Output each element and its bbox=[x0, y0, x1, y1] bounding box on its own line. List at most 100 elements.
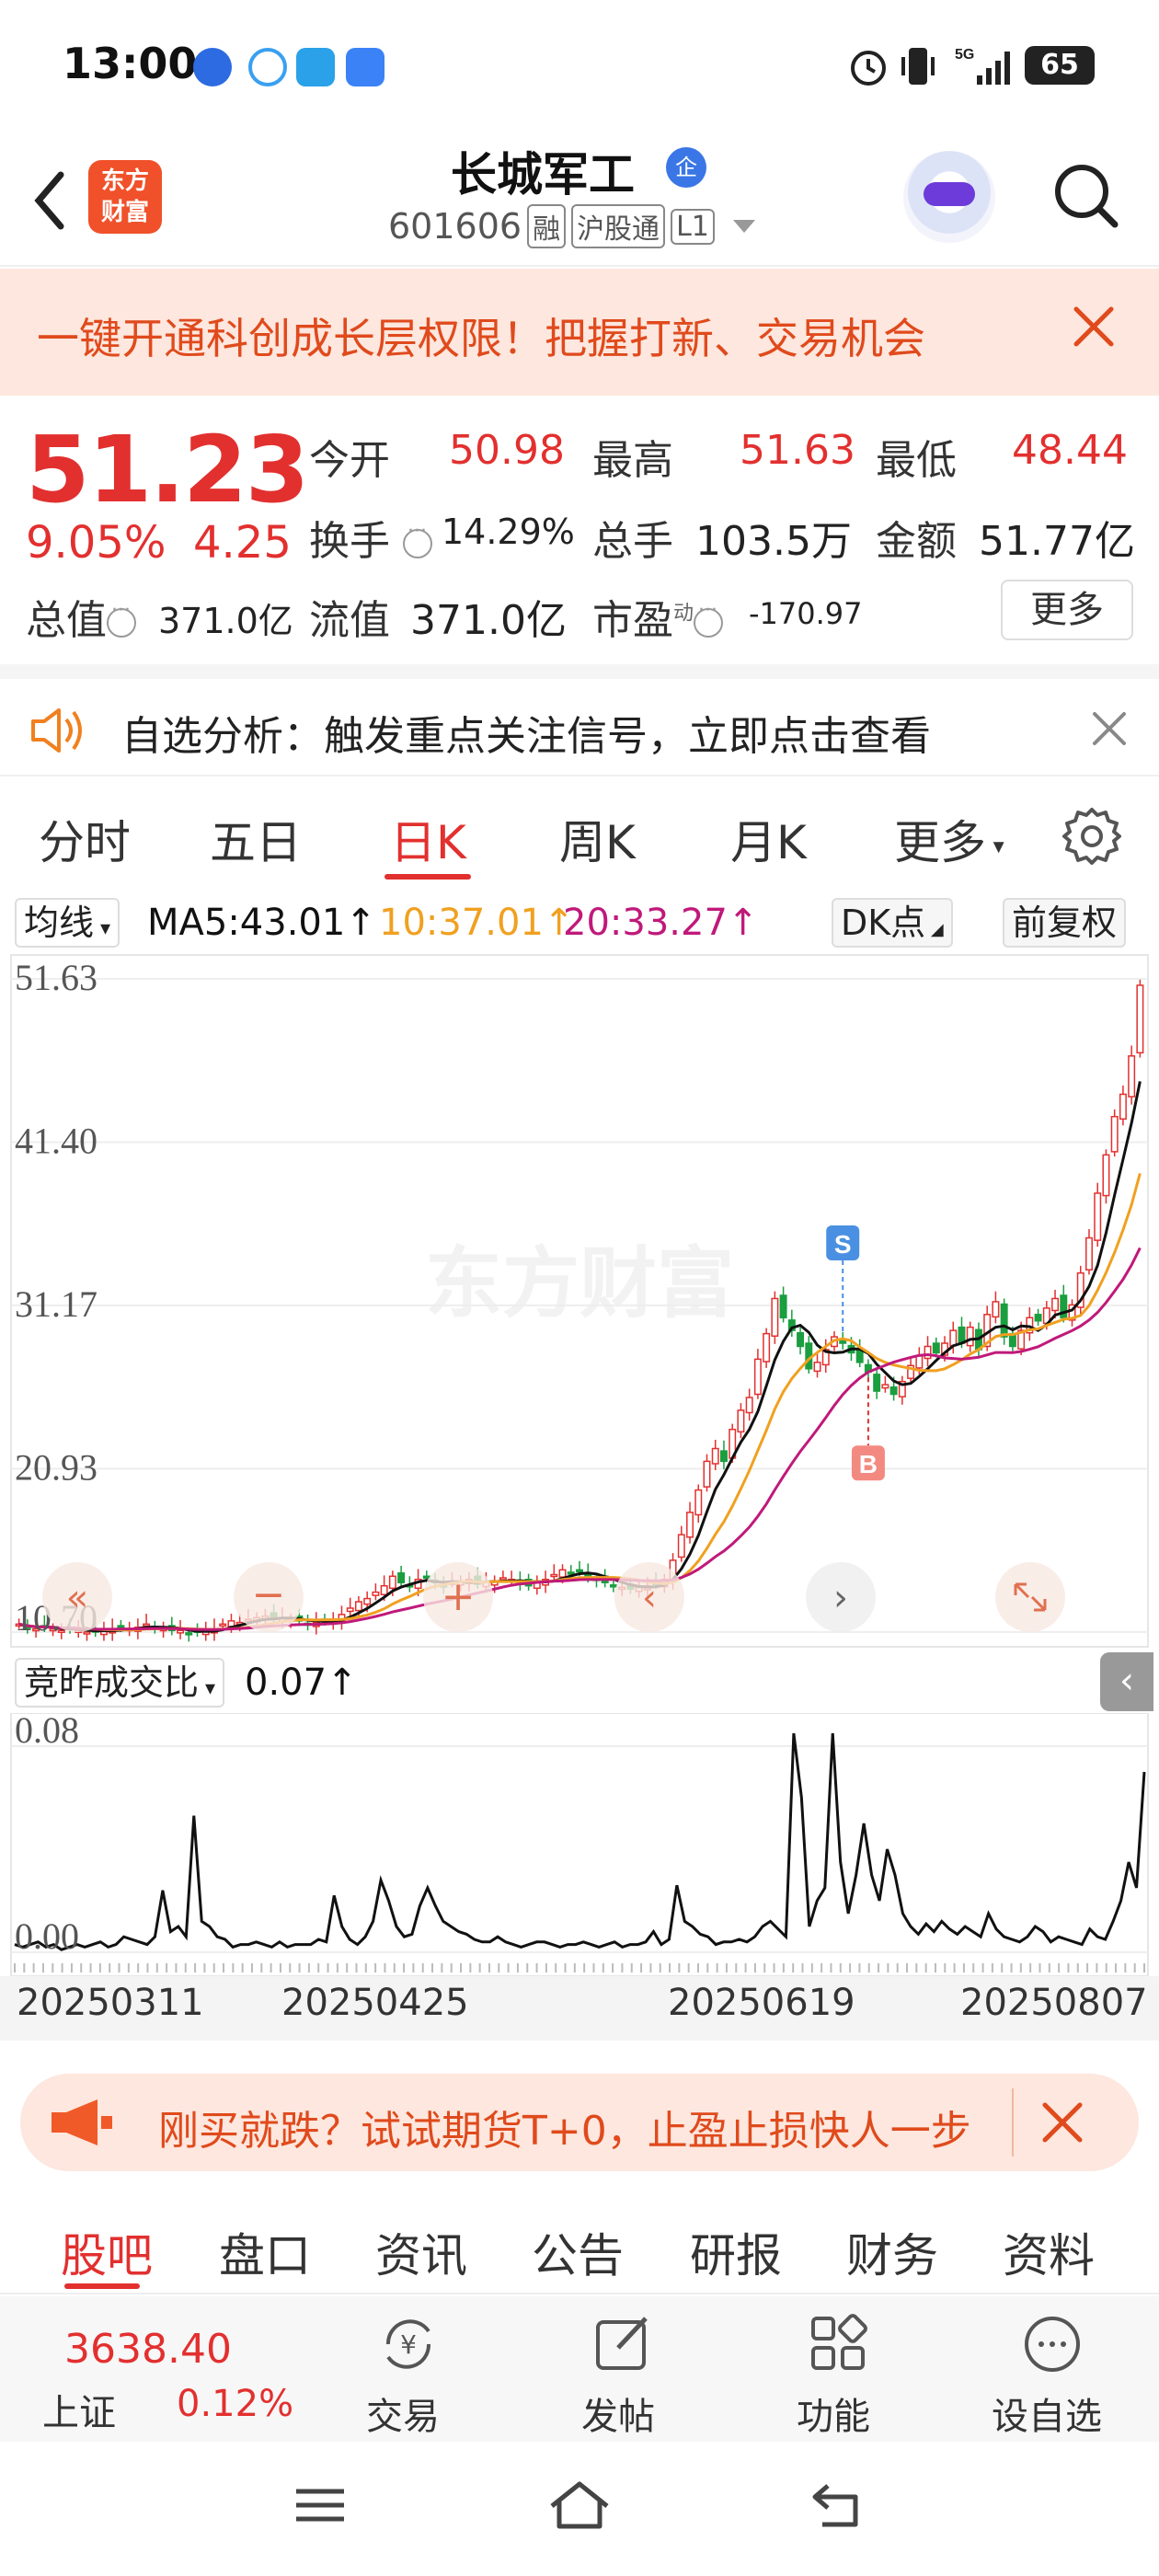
tab-announcements[interactable]: 公告 bbox=[532, 2219, 624, 2285]
ma20-value: 20:33.27↑ bbox=[563, 902, 759, 944]
alarm-icon bbox=[851, 51, 886, 86]
candle bbox=[1000, 1303, 1008, 1338]
candle bbox=[1110, 1115, 1119, 1153]
candle bbox=[372, 1591, 380, 1596]
tab-orderbook[interactable]: 盘口 bbox=[219, 2219, 311, 2285]
candle bbox=[763, 1332, 771, 1363]
low-value: 48.44 bbox=[1012, 427, 1128, 474]
close-icon[interactable] bbox=[1069, 302, 1119, 351]
turnover-value: 14.29% bbox=[442, 512, 575, 552]
eastmoney-logo[interactable]: 东方 财富 bbox=[88, 160, 162, 234]
divider bbox=[0, 664, 1159, 679]
chart-period-tabs: 分时 五日 日K 周K 月K 更多 ▾ bbox=[0, 782, 1159, 883]
candle bbox=[813, 1362, 821, 1373]
tab-daily-k[interactable]: 日K bbox=[390, 806, 466, 872]
tab-forum[interactable]: 股吧 bbox=[61, 2219, 153, 2285]
candle bbox=[185, 1632, 193, 1636]
megaphone-icon bbox=[52, 2099, 112, 2145]
adjust-toggle[interactable]: 前复权 bbox=[1003, 898, 1127, 948]
candle bbox=[719, 1450, 728, 1463]
search-icon[interactable] bbox=[1049, 158, 1122, 232]
mktcap-label: 总值 bbox=[26, 587, 136, 646]
banner-text: 一键开通科创成长层权限！把握打新、交易机会 bbox=[37, 314, 925, 363]
dk-point-toggle[interactable]: DK点 ◢ bbox=[832, 898, 953, 948]
candle bbox=[1102, 1154, 1110, 1197]
indicator-chart[interactable]: 0.08 0.00 bbox=[0, 1713, 1159, 1976]
yuan-exchange-icon: ¥ bbox=[385, 2319, 431, 2369]
tab-monthly-k[interactable]: 月K bbox=[730, 806, 807, 872]
date-label: 20250807 bbox=[960, 1982, 1148, 2024]
plus-icon: + bbox=[442, 1573, 476, 1620]
fullscreen-button[interactable] bbox=[995, 1562, 1065, 1632]
info-icon[interactable] bbox=[107, 599, 136, 638]
chevron-right-icon: › bbox=[833, 1577, 848, 1619]
kline-chart[interactable]: 东方财富 51.6341.4031.1720.9310.70 SB « − + … bbox=[0, 951, 1159, 1650]
tab-more[interactable]: 更多 ▾ bbox=[894, 806, 1004, 872]
back-icon[interactable] bbox=[809, 2480, 866, 2530]
y-tick-label: 0.08 bbox=[15, 1713, 79, 1751]
more-quote-button[interactable]: 更多 bbox=[1001, 580, 1133, 640]
tab-profile[interactable]: 资料 bbox=[1003, 2219, 1095, 2285]
date-axis: 20250311 20250425 20250619 20250807 bbox=[0, 1976, 1159, 2041]
candle bbox=[380, 1584, 388, 1595]
tab-intraday[interactable]: 分时 bbox=[39, 806, 131, 872]
divider bbox=[1012, 2088, 1014, 2156]
assistant-robot-icon[interactable] bbox=[903, 151, 995, 243]
post-label: 发帖 bbox=[581, 2396, 655, 2438]
futures-ad-banner[interactable]: 刚买就跌？试试期货T+0，止盈止损快人一步 bbox=[20, 2074, 1139, 2171]
candle bbox=[422, 1575, 430, 1580]
tab-financials[interactable]: 财务 bbox=[846, 2219, 938, 2285]
float-value: 371.0亿 bbox=[410, 597, 567, 644]
tab-research[interactable]: 研报 bbox=[690, 2219, 782, 2285]
candle bbox=[397, 1572, 406, 1583]
ma-legend-row: 均线 ▾ MA5:43.01↑ 10:37.01↑ 20:33.27↑ DK点 … bbox=[0, 892, 1159, 951]
stock-code-row[interactable]: 601606 融 沪股通 L1 bbox=[388, 204, 755, 248]
sell-signal-label: S bbox=[834, 1230, 852, 1259]
quote-panel: 51.23 9.05% 4.25 今开 50.98 最高 51.63 最低 48… bbox=[0, 396, 1159, 662]
home-icon[interactable] bbox=[546, 2478, 613, 2532]
close-icon[interactable] bbox=[1041, 2101, 1084, 2144]
candle bbox=[677, 1534, 685, 1558]
ma-selector[interactable]: 均线 ▾ bbox=[15, 898, 120, 948]
candle bbox=[881, 1384, 889, 1389]
candle bbox=[924, 1345, 932, 1360]
date-label: 20250425 bbox=[281, 1982, 469, 2024]
candle bbox=[771, 1297, 779, 1337]
candle bbox=[143, 1623, 151, 1627]
open-label: 今开 bbox=[309, 437, 390, 484]
info-icon[interactable] bbox=[694, 599, 724, 638]
tab-five-day[interactable]: 五日 bbox=[210, 806, 302, 872]
indicator-selector[interactable]: 竞昨成交比 ▾ bbox=[15, 1658, 225, 1708]
chevron-left-icon: ‹ bbox=[642, 1577, 657, 1619]
candle bbox=[745, 1397, 753, 1414]
candle bbox=[753, 1358, 762, 1396]
low-label: 最低 bbox=[876, 437, 957, 484]
close-icon[interactable] bbox=[1089, 708, 1130, 749]
add-watchlist-button[interactable]: 设自选 bbox=[984, 2306, 1122, 2438]
candle bbox=[550, 1573, 558, 1578]
back-arrow-icon[interactable] bbox=[24, 164, 79, 237]
status-bar: 13:00 5G 65 bbox=[0, 0, 1159, 138]
y-tick-label: 51.63 bbox=[15, 957, 98, 998]
margin-tag: 融 bbox=[527, 204, 567, 248]
promo-banner[interactable]: 一键开通科创成长层权限！把握打新、交易机会 bbox=[0, 269, 1159, 396]
function-button[interactable]: 功能 bbox=[784, 2306, 894, 2438]
trade-button[interactable]: ¥ 交易 bbox=[353, 2306, 464, 2438]
info-icon[interactable] bbox=[403, 520, 432, 558]
post-button[interactable]: 发帖 bbox=[568, 2306, 679, 2438]
tab-news[interactable]: 资讯 bbox=[375, 2219, 467, 2285]
index-ticker[interactable]: 3638.40 上证 0.12% bbox=[28, 2296, 304, 2442]
amount-label: 金额 bbox=[876, 518, 957, 565]
tab-weekly-k[interactable]: 周K bbox=[559, 806, 636, 872]
menu-icon[interactable] bbox=[293, 2482, 348, 2528]
candle bbox=[932, 1342, 940, 1354]
candle bbox=[1094, 1192, 1102, 1241]
collapse-panel-button[interactable]: ‹ bbox=[1100, 1652, 1153, 1711]
svg-text:¥: ¥ bbox=[400, 2329, 417, 2360]
gear-icon[interactable] bbox=[1060, 804, 1124, 868]
telegram-icon bbox=[296, 48, 335, 86]
analysis-notice[interactable]: 自选分析：触发重点关注信号，立即点击查看 bbox=[0, 681, 1159, 776]
watermark: 东方财富 bbox=[425, 1238, 734, 1328]
index-value: 3638.40 bbox=[64, 2326, 232, 2373]
volume-label: 总手 bbox=[592, 518, 673, 565]
